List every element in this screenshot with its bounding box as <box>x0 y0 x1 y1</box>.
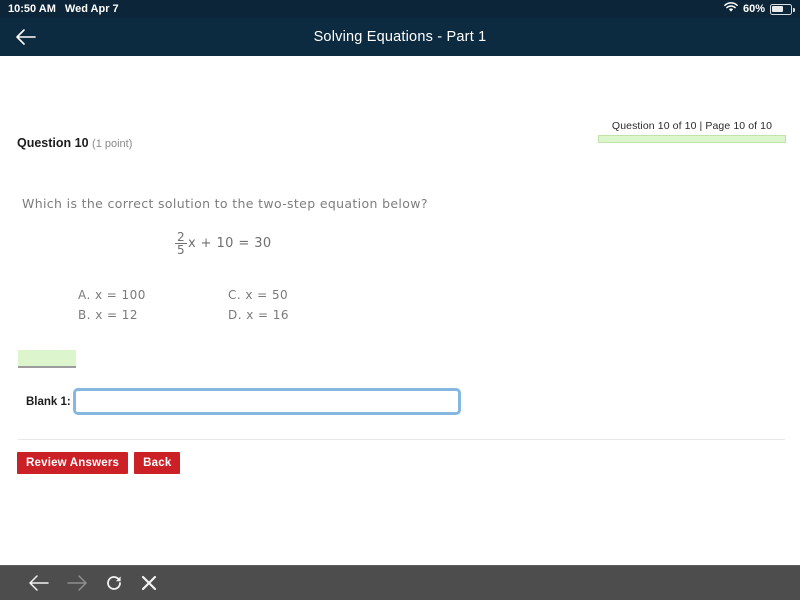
back-button[interactable]: Back <box>134 452 181 474</box>
reload-icon <box>107 576 121 590</box>
question-body: Which is the correct solution to the two… <box>0 166 800 325</box>
arrow-right-icon <box>67 575 87 591</box>
question-points: (1 point) <box>92 138 133 150</box>
status-bar-right: 60% <box>724 2 795 16</box>
toolbar-back-button[interactable] <box>28 574 50 592</box>
status-bar-left: 10:50 AM Wed Apr 7 <box>8 3 119 15</box>
blank-1-input[interactable] <box>72 388 461 415</box>
question-prompt: Which is the correct solution to the two… <box>22 196 428 211</box>
answer-choice: D. x = 16 <box>228 307 289 322</box>
question-progress-label: Question 10 of 10 | Page 10 of 10 <box>611 120 773 132</box>
browser-toolbar <box>0 565 800 600</box>
status-time: 10:50 AM <box>8 3 56 15</box>
answer-choice: A. x = 100 <box>78 288 146 303</box>
arrow-left-icon <box>16 29 36 45</box>
action-button-row: Review Answers Back <box>17 452 181 474</box>
toolbar-close-button[interactable] <box>140 574 158 592</box>
review-answers-button[interactable]: Review Answers <box>17 452 129 474</box>
question-number: Question 10 <box>17 136 89 150</box>
page-title: Solving Equations - Part 1 <box>313 29 487 45</box>
answer-highlight-stub <box>18 350 76 368</box>
fraction-denominator: 5 <box>175 243 188 258</box>
quiz-content: Question 10 of 10 | Page 10 of 10 Questi… <box>0 56 800 565</box>
answer-choice: C. x = 50 <box>228 288 289 303</box>
toolbar-forward-button[interactable] <box>66 574 88 592</box>
status-bar: 10:50 AM Wed Apr 7 60% <box>0 0 800 18</box>
fraction-numerator: 2 <box>177 230 186 244</box>
blank-answer-row: Blank 1: <box>26 388 461 415</box>
progress-bar <box>598 135 786 143</box>
answer-choice: B. x = 12 <box>78 307 138 322</box>
progress-block: Question 10 of 10 | Page 10 of 10 <box>598 120 786 143</box>
answer-choices: A. x = 100 B. x = 12 C. x = 50 D. x = 16 <box>78 286 800 324</box>
battery-percent-label: 60% <box>742 3 765 15</box>
toolbar-reload-button[interactable] <box>104 573 124 593</box>
question-equation: 2 5 x + 10 = 30 <box>175 231 800 256</box>
arrow-left-icon <box>29 575 49 591</box>
answer-choices-right-column: C. x = 50 D. x = 16 <box>228 286 378 324</box>
blank-label: Blank 1: <box>26 395 71 408</box>
app-nav-bar: Solving Equations - Part 1 <box>0 18 800 56</box>
fraction: 2 5 <box>175 230 188 258</box>
battery-icon <box>770 3 795 15</box>
close-x-icon <box>141 575 157 591</box>
nav-back-button[interactable] <box>12 23 40 51</box>
answer-choices-left-column: A. x = 100 B. x = 12 <box>78 286 228 324</box>
section-divider <box>18 439 785 440</box>
wifi-icon <box>724 2 738 16</box>
equation-rest: x + 10 = 30 <box>188 236 272 252</box>
status-date: Wed Apr 7 <box>64 3 119 15</box>
question-header: Question 10 (1 point) <box>17 136 132 150</box>
